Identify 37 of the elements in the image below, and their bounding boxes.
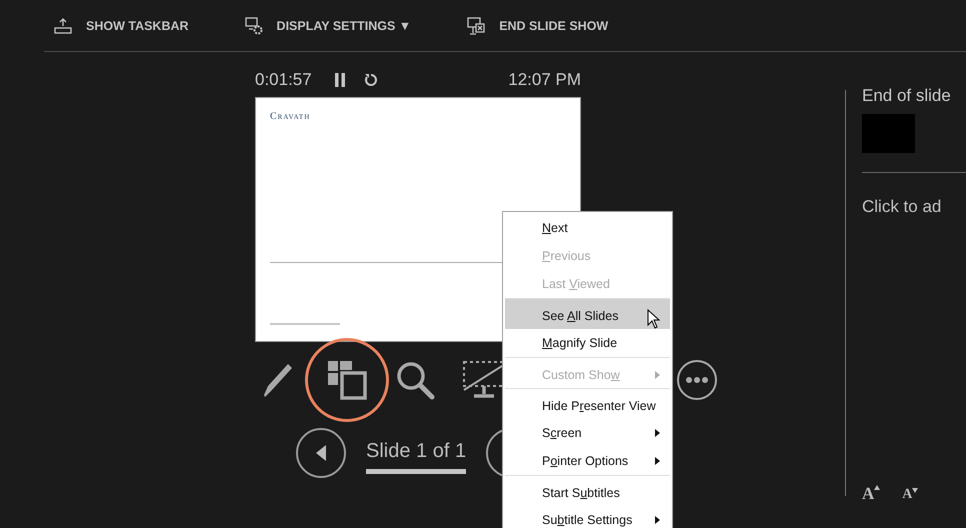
more-icon (676, 359, 718, 401)
menu-item[interactable]: Hide Presenter View (505, 388, 670, 419)
clock-time: 12:07 PM (508, 70, 581, 90)
restart-icon (364, 73, 378, 87)
submenu-arrow-icon (655, 457, 660, 465)
decrease-font-button[interactable]: A (902, 488, 918, 502)
increase-font-button[interactable]: A (862, 485, 880, 502)
menu-item[interactable]: Pointer Options (505, 447, 670, 475)
submenu-arrow-icon (655, 370, 660, 378)
menu-item[interactable]: See All Slides (505, 298, 670, 329)
toolbar-button[interactable]: END SLIDE SHOW (461, 12, 614, 38)
search-icon (395, 360, 435, 400)
up-caret-icon (874, 485, 880, 490)
left-triangle-icon (314, 444, 328, 462)
display-settings-icon (244, 16, 263, 34)
elapsed-time: 0:01:57 (255, 70, 312, 90)
taskbar-icon (54, 18, 72, 34)
pause-icon (334, 73, 346, 87)
next-slide-thumbnail (862, 114, 915, 153)
slides-grid-icon (327, 360, 367, 400)
submenu-arrow-icon (655, 429, 660, 437)
toolbar-button[interactable]: SHOW TASKBAR (48, 14, 195, 38)
menu-item[interactable]: Start Subtitles (505, 475, 670, 506)
toolbar-button[interactable]: DISPLAY SETTINGS ▼ (238, 12, 418, 38)
previous-slide-button[interactable] (296, 428, 346, 478)
submenu-arrow-icon (655, 516, 660, 524)
down-caret-icon (912, 488, 918, 493)
menu-item[interactable]: Subtitle Settings (505, 506, 670, 528)
slide-logo: Cravath (270, 111, 310, 122)
next-slide-title: End of slide (862, 86, 952, 106)
menu-item[interactable]: Screen (505, 419, 670, 447)
end-show-icon (467, 16, 486, 34)
tool-button[interactable] (305, 338, 389, 422)
slide-counter: Slide 1 of 1 (366, 440, 466, 474)
menu-item[interactable]: Magnify Slide (505, 329, 670, 357)
mouse-cursor-icon (647, 309, 661, 329)
menu-item[interactable]: Next (505, 214, 670, 242)
